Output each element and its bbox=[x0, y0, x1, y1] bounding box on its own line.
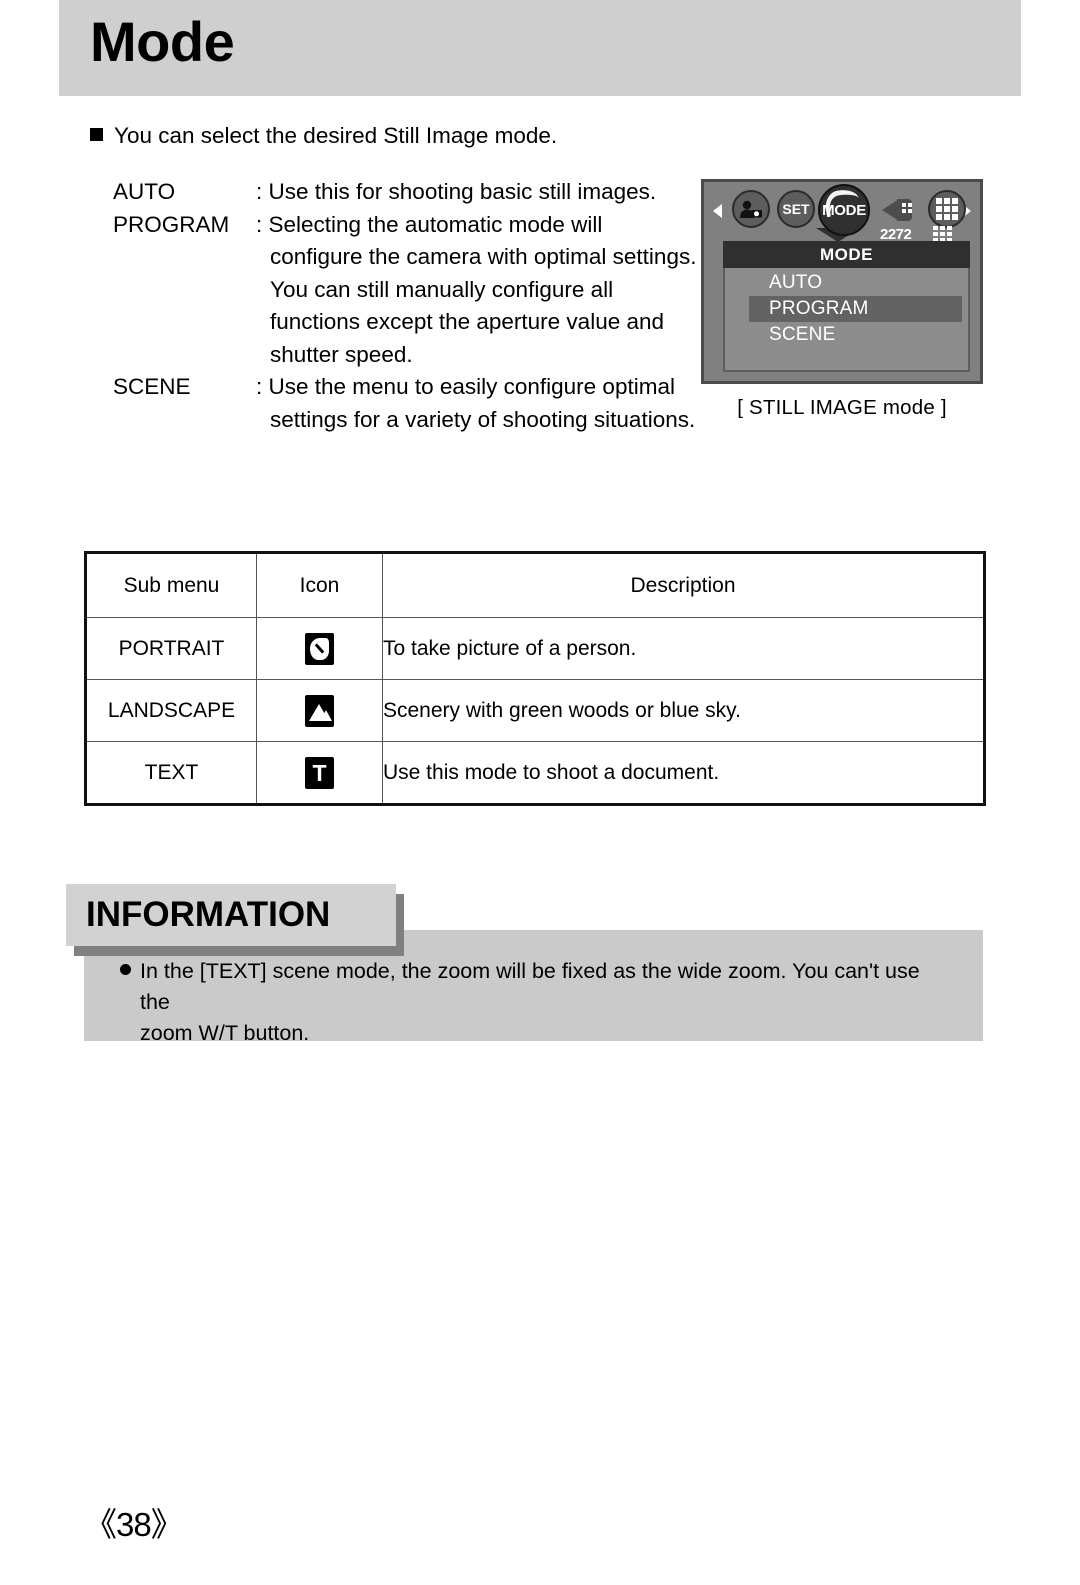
lcd-menu-item-auto[interactable]: AUTO bbox=[725, 270, 968, 296]
information-bullet-row: In the [TEXT] scene mode, the zoom will … bbox=[120, 956, 949, 1049]
mode-definition-scene: : Use the menu to easily configure optim… bbox=[256, 371, 695, 436]
sub-menu-table: Sub menu Icon Description PORTRAIT To ta… bbox=[84, 551, 986, 806]
lcd-menu-items: AUTO PROGRAM SCENE bbox=[725, 270, 968, 348]
table-cell-icon bbox=[256, 617, 383, 680]
mode-description-list: AUTO : Use this for shooting basic still… bbox=[113, 176, 696, 436]
table-cell-description: To take picture of a person. bbox=[382, 617, 986, 680]
table-row: TEXT T Use this mode to shoot a document… bbox=[84, 741, 986, 806]
mode-term-program: PROGRAM bbox=[113, 211, 230, 237]
lcd-frame: SET MODE 2272 MODE AUTO PROGRAM SCENE bbox=[701, 179, 983, 384]
mode-definition-line: shutter speed. bbox=[270, 341, 413, 367]
table-header-icon: Icon bbox=[256, 551, 383, 618]
intro-bullet-row: You can select the desired Still Image m… bbox=[90, 123, 558, 149]
table-cell-sub-menu: LANDSCAPE bbox=[84, 679, 257, 742]
text-icon: T bbox=[305, 756, 334, 789]
grid-quality-icon-dots bbox=[936, 198, 958, 220]
mode-icon[interactable]: MODE bbox=[818, 184, 870, 236]
flash-icon-dots bbox=[902, 203, 912, 213]
information-text: In the [TEXT] scene mode, the zoom will … bbox=[140, 956, 949, 1049]
lcd-menu-item-scene[interactable]: SCENE bbox=[725, 322, 968, 348]
table-cell-sub-menu: PORTRAIT bbox=[84, 617, 257, 680]
mode-definition-line: settings for a variety of shooting situa… bbox=[270, 406, 696, 432]
mode-definition-line: : Use the menu to easily configure optim… bbox=[256, 374, 675, 399]
landscape-icon bbox=[305, 694, 334, 727]
mode-definition-line: configure the camera with optimal settin… bbox=[270, 244, 697, 269]
table-cell-icon: T bbox=[256, 741, 383, 806]
table-cell-sub-menu: TEXT bbox=[84, 741, 257, 806]
table-row: PORTRAIT To take picture of a person. bbox=[84, 617, 986, 680]
grid-quality-icon[interactable] bbox=[928, 190, 966, 228]
mode-term-scene: SCENE bbox=[113, 374, 191, 399]
chevron-left-icon[interactable] bbox=[713, 204, 722, 218]
page-header-band: Mode bbox=[59, 0, 1021, 96]
page-number: 《38》 bbox=[84, 1506, 184, 1543]
mode-entry-auto: AUTO : Use this for shooting basic still… bbox=[113, 176, 683, 209]
mode-definition-line: functions except the aperture value and bbox=[270, 309, 665, 334]
lcd-caption: [ STILL IMAGE mode ] bbox=[737, 396, 947, 419]
mode-entry-program: PROGRAM : Selecting the automatic mode w… bbox=[113, 209, 696, 372]
table-header-sub-menu: Sub menu bbox=[84, 551, 257, 618]
mode-term-auto: AUTO bbox=[113, 179, 176, 204]
information-tab: INFORMATION bbox=[66, 884, 396, 946]
flash-icon[interactable] bbox=[882, 190, 920, 228]
information-line: zoom W/T button. bbox=[140, 1021, 310, 1045]
round-bullet-icon bbox=[120, 964, 131, 975]
table-header-description: Description bbox=[382, 551, 986, 618]
portrait-icon bbox=[305, 632, 334, 665]
lcd-menu-panel: MODE AUTO PROGRAM SCENE bbox=[723, 241, 970, 372]
mode-definition-line: : Selecting the automatic mode will bbox=[256, 211, 603, 237]
mode-definition-auto: : Use this for shooting basic still imag… bbox=[256, 176, 683, 209]
intro-text: You can select the desired Still Image m… bbox=[114, 123, 558, 148]
square-bullet-icon bbox=[90, 128, 103, 141]
page-title: Mode bbox=[90, 10, 235, 73]
set-icon-label: SET bbox=[782, 201, 810, 217]
table-cell-description: Use this mode to shoot a document. bbox=[382, 741, 986, 806]
information-box: In the [TEXT] scene mode, the zoom will … bbox=[66, 876, 983, 1045]
lcd-screen-illustration: SET MODE 2272 MODE AUTO PROGRAM SCENE bbox=[701, 179, 983, 384]
information-tab-label: INFORMATION bbox=[86, 895, 331, 934]
mode-definition-line: You can still manually configure all bbox=[270, 276, 614, 302]
set-icon[interactable]: SET bbox=[777, 190, 815, 228]
mode-icon-label: MODE bbox=[822, 201, 866, 219]
table-header-row: Sub menu Icon Description bbox=[84, 551, 986, 618]
table-cell-description: Scenery with green woods or blue sky. bbox=[382, 679, 986, 742]
lcd-menu-title: MODE bbox=[723, 241, 970, 268]
information-line: In the [TEXT] scene mode, the zoom will … bbox=[140, 959, 920, 1014]
table-cell-icon bbox=[256, 679, 383, 742]
quality-grid-icon bbox=[933, 226, 952, 242]
mode-definition-program: : Selecting the automatic mode will conf… bbox=[256, 209, 696, 372]
table-row: LANDSCAPE Scenery with green woods or bl… bbox=[84, 679, 986, 742]
lcd-menu-item-program[interactable]: PROGRAM bbox=[749, 296, 962, 322]
mode-definition-line: : Use this for shooting basic still imag… bbox=[256, 179, 657, 204]
person-camera-icon[interactable] bbox=[732, 190, 770, 228]
mode-entry-scene: SCENE : Use the menu to easily configure… bbox=[113, 371, 695, 436]
